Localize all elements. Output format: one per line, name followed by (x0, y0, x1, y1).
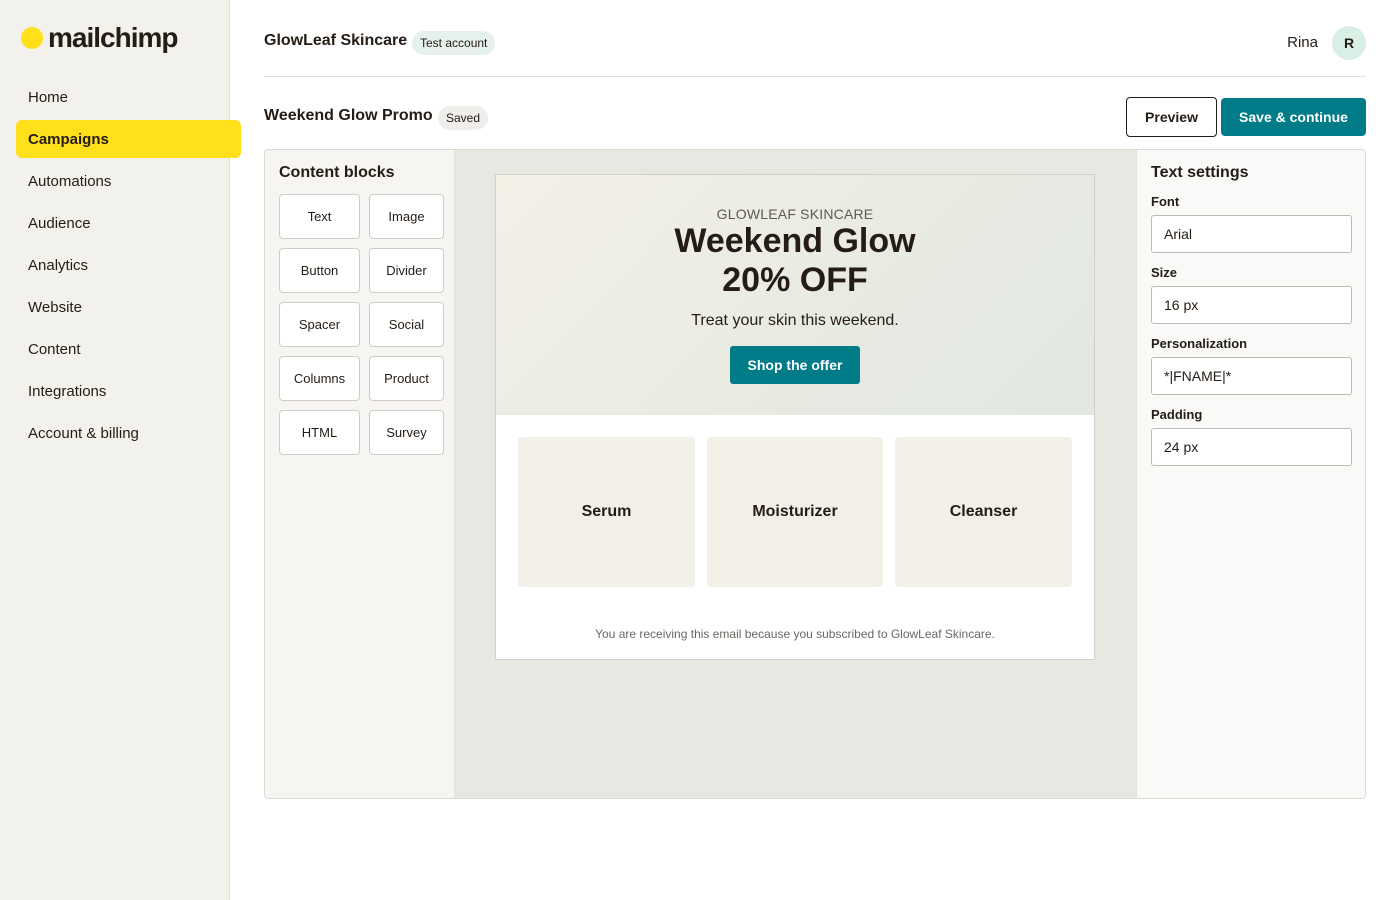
content-blocks-title: Content blocks (279, 164, 395, 181)
user-avatar[interactable]: R (1332, 26, 1366, 60)
campaign-status-badge: Saved (438, 106, 489, 130)
email-product-row: Serum Moisturizer Cleanser (518, 437, 1072, 587)
product-card-moisturizer[interactable]: Moisturizer (707, 437, 883, 587)
save-continue-button[interactable]: Save & continue (1221, 98, 1366, 136)
email-footer-text[interactable]: You are receiving this email because you… (496, 627, 1094, 641)
personalization-label: Personalization (1151, 336, 1248, 351)
account-type-badge: Test account (412, 31, 496, 55)
organization-name: GlowLeaf Skincare (264, 32, 408, 49)
email-brand-name[interactable]: GLOWLEAF SKINCARE (496, 206, 1094, 222)
email-headline[interactable]: Weekend Glow 20% OFF (496, 222, 1094, 300)
email-canvas: GLOWLEAF SKINCARE Weekend Glow 20% OFF T… (455, 150, 1136, 798)
logo-mark-icon (21, 27, 43, 49)
font-field[interactable] (1151, 215, 1352, 253)
sidebar-item-automations[interactable]: Automations (16, 162, 241, 200)
preview-button[interactable]: Preview (1126, 97, 1217, 137)
padding-field[interactable] (1151, 428, 1352, 466)
user-name[interactable]: Rina (1287, 34, 1318, 51)
sidebar-nav: Home Campaigns Automations Audience Anal… (16, 78, 241, 456)
top-header: GlowLeaf Skincare Test account Rina R (264, 20, 1366, 77)
email-cta-button[interactable]: Shop the offer (730, 346, 860, 384)
block-image[interactable]: Image (369, 194, 444, 239)
block-social[interactable]: Social (369, 302, 444, 347)
sidebar-item-audience[interactable]: Audience (16, 204, 241, 242)
size-label: Size (1151, 265, 1178, 280)
block-columns[interactable]: Columns (279, 356, 360, 401)
email-subtext[interactable]: Treat your skin this weekend. (496, 312, 1094, 330)
campaign-title: Weekend Glow Promo (264, 107, 433, 124)
block-text[interactable]: Text (279, 194, 360, 239)
sidebar-item-integrations[interactable]: Integrations (16, 372, 241, 410)
text-settings-panel: Text settings Font Size Personalization … (1136, 150, 1365, 798)
content-blocks-panel: Content blocks Text Image Button Divider… (265, 150, 455, 798)
personalization-field[interactable] (1151, 357, 1352, 395)
block-product[interactable]: Product (369, 356, 444, 401)
content-blocks-grid: Text Image Button Divider Spacer Social … (279, 194, 444, 455)
block-button[interactable]: Button (279, 248, 360, 293)
sidebar-item-website[interactable]: Website (16, 288, 241, 326)
email-headline-line-2: 20% OFF (722, 261, 868, 299)
size-field[interactable] (1151, 286, 1352, 324)
sidebar-item-campaigns[interactable]: Campaigns (16, 120, 241, 158)
sidebar-item-account-billing[interactable]: Account & billing (16, 414, 241, 452)
text-settings-title: Text settings (1151, 164, 1249, 181)
block-divider[interactable]: Divider (369, 248, 444, 293)
font-label: Font (1151, 194, 1180, 209)
email-headline-line-1: Weekend Glow (674, 222, 916, 260)
email-editor: Content blocks Text Image Button Divider… (264, 149, 1366, 799)
sidebar-item-analytics[interactable]: Analytics (16, 246, 241, 284)
block-survey[interactable]: Survey (369, 410, 444, 455)
product-card-cleanser[interactable]: Cleanser (895, 437, 1072, 587)
logo-text: mailchimp (48, 22, 178, 53)
email-preview: GLOWLEAF SKINCARE Weekend Glow 20% OFF T… (495, 174, 1095, 660)
block-html[interactable]: HTML (279, 410, 360, 455)
sidebar: mailchimp Home Campaigns Automations Aud… (0, 0, 241, 900)
padding-label: Padding (1151, 407, 1203, 422)
mailchimp-logo[interactable]: mailchimp (21, 20, 178, 56)
sidebar-item-content[interactable]: Content (16, 330, 241, 368)
block-spacer[interactable]: Spacer (279, 302, 360, 347)
email-hero-section[interactable]: GLOWLEAF SKINCARE Weekend Glow 20% OFF T… (496, 175, 1094, 415)
product-card-serum[interactable]: Serum (518, 437, 695, 587)
sidebar-item-home[interactable]: Home (16, 78, 241, 116)
